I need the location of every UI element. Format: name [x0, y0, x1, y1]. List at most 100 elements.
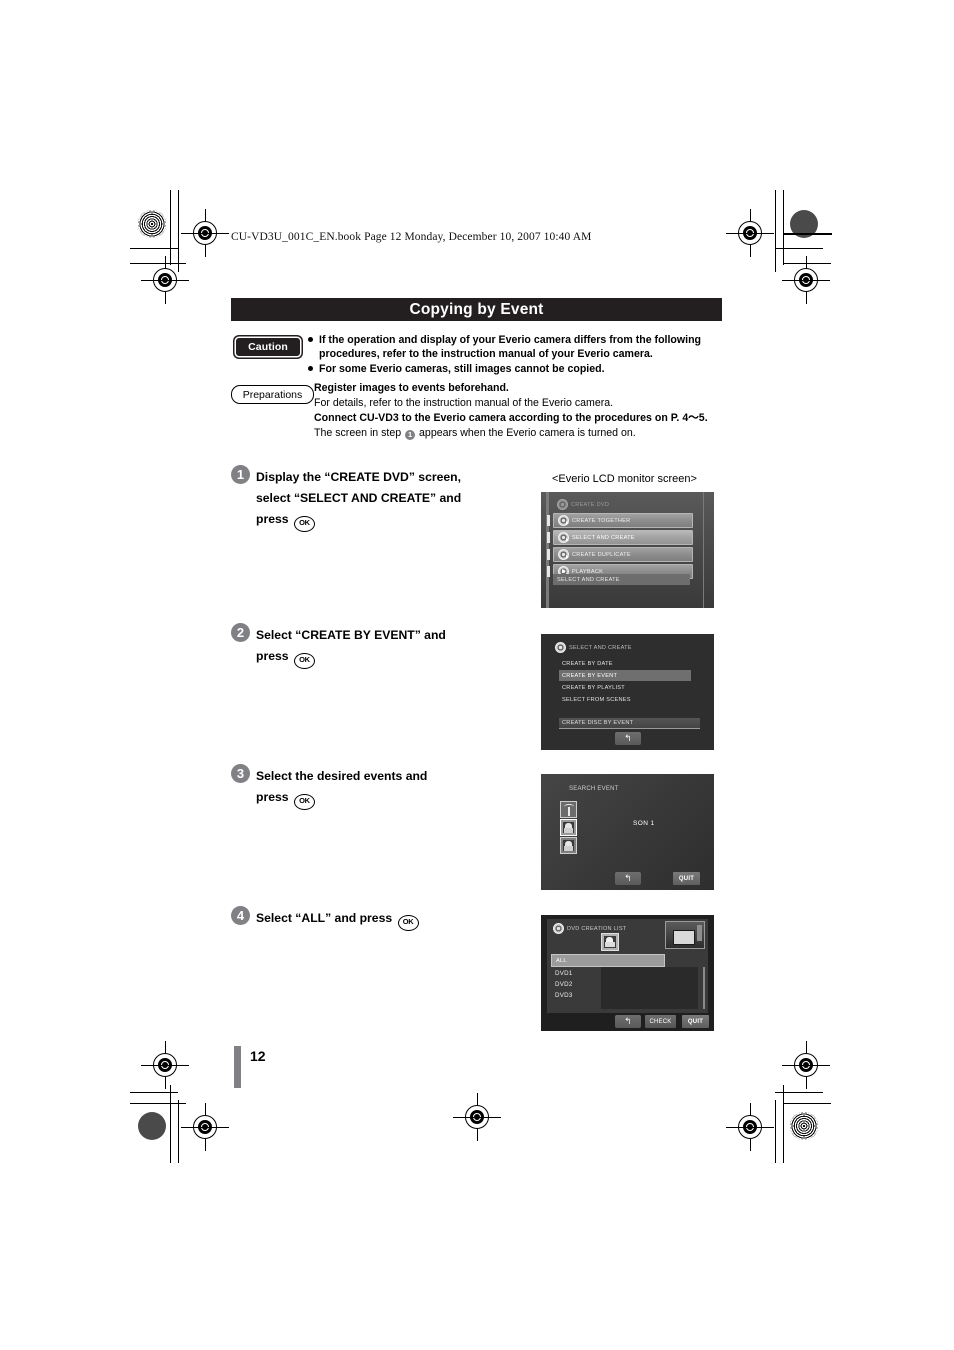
ok-button-icon: OK [397, 915, 419, 931]
step-4-number: 4 [231, 906, 250, 925]
lcd4-back-button[interactable]: ↰ [615, 1015, 641, 1028]
lcd4-item-dvd2[interactable]: DVD2 [551, 979, 599, 990]
selection-tick-icon [547, 532, 550, 543]
step-1-number: 1 [231, 465, 250, 484]
lcd4-header-label: DVD CREATION LIST [567, 925, 627, 932]
lcd2-status-bar: CREATE DISC BY EVENT [559, 718, 700, 729]
crop-line-top-right-v [783, 190, 784, 265]
crop-line-bottom-left-v [170, 1085, 171, 1163]
baby-event-icon[interactable] [560, 837, 577, 854]
step-4-text: Select “ALL” and press OK [256, 908, 506, 931]
lcd3-event-label: SON 1 [633, 820, 655, 827]
caution-bullet-2: For some Everio cameras, still images ca… [308, 362, 722, 376]
step-1-line-1: Display the “CREATE DVD” screen, [256, 470, 461, 484]
preparations-line-2: For details, refer to the instruction ma… [314, 397, 614, 410]
lcd1-status-footer: SELECT AND CREATE [553, 574, 690, 585]
caution-bullet-2-text: For some Everio cameras, still images ca… [319, 363, 605, 376]
step-3-line-2: press OK [256, 787, 506, 810]
preparations-badge: Preparations [231, 385, 314, 404]
lcd2-header: SELECT AND CREATE [555, 642, 632, 653]
lcd4-scrollbar[interactable] [702, 967, 705, 1009]
crop-line-top-left-v [170, 190, 171, 265]
palm-tree-event-icon[interactable] [560, 801, 577, 818]
crop-line-bottom-left-h [130, 1092, 178, 1093]
step-1-line-2: select “SELECT AND CREATE” and [256, 490, 462, 505]
page-number-bar [234, 1046, 241, 1088]
step-1-press-label: press [256, 511, 292, 526]
crop-line-top-left-v2 [178, 190, 179, 272]
registration-mark-top-right [726, 209, 774, 257]
lcd1-item-select-and-create-label: SELECT AND CREATE [572, 534, 635, 541]
lcd1-item-create-together-label: CREATE TOGETHER [572, 517, 631, 524]
step-2-text: Select “CREATE BY EVENT” and press OK [256, 625, 506, 669]
running-head-rule [784, 233, 832, 235]
step-2-number: 2 [231, 623, 250, 642]
registration-mark-bottom-center [453, 1093, 501, 1141]
lcd1-item-create-duplicate[interactable]: CREATE DUPLICATE [547, 547, 693, 562]
caution-bullet-1-text: If the operation and display of your Eve… [319, 334, 702, 361]
lcd1-item-create-together[interactable]: CREATE TOGETHER [547, 513, 693, 528]
lcd2-header-label: SELECT AND CREATE [569, 644, 632, 651]
person-event-icon[interactable] [601, 933, 619, 951]
page-title: Copying by Event [231, 298, 722, 321]
lcd2-back-button[interactable]: ↰ [615, 732, 641, 745]
halftone-circle-bottom-right [790, 1112, 818, 1140]
lcd4-check-button[interactable]: CHECK [645, 1015, 676, 1028]
lcd4-item-dvd3[interactable]: DVD3 [551, 990, 599, 1001]
disc-icon [555, 642, 566, 653]
ok-button-icon: OK [293, 515, 315, 532]
disc-icon [558, 515, 569, 526]
registration-mark-right-upper [782, 256, 830, 304]
step-1-line-3: press OK [256, 509, 506, 532]
lcd-screen-dvd-creation-list: DVD CREATION LIST ALL DVD1 DVD2 DVD3 ↰ C… [541, 915, 714, 1031]
bullet-dot-icon [308, 337, 313, 342]
lcd1-menu-header-label: CREATE DVD [571, 501, 610, 508]
preparations-line-1: Register images to events beforehand. [314, 382, 509, 394]
step-2-line-1: Select “CREATE BY EVENT” and [256, 628, 446, 642]
disc-icon [553, 923, 564, 934]
lcd4-quit-button[interactable]: QUIT [682, 1015, 709, 1028]
registration-mark-bottom-left [141, 1041, 189, 1089]
lcd4-item-dvd1[interactable]: DVD1 [551, 968, 599, 979]
lcd-screen-create-dvd: CREATE DVD CREATE TOGETHER SELECT AND CR… [541, 492, 714, 608]
lcd2-item-create-by-playlist[interactable]: CREATE BY PLAYLIST [559, 682, 691, 693]
step-3-number: 3 [231, 764, 250, 783]
registration-mark-bottom-right [726, 1103, 774, 1151]
lcd2-item-select-from-scenes[interactable]: SELECT FROM SCENES [559, 694, 691, 705]
step-3-line-1: Select the desired events and [256, 769, 428, 783]
crop-line-bottom-right-v2 [775, 1100, 776, 1163]
lcd3-quit-button[interactable]: QUIT [673, 872, 700, 885]
registration-mark-top-left [181, 209, 229, 257]
lcd1-item-select-and-create[interactable]: SELECT AND CREATE [547, 530, 693, 545]
lcd3-back-button[interactable]: ↰ [615, 872, 641, 885]
lcd1-menu-header: CREATE DVD [553, 498, 693, 511]
lcd3-title: SEARCH EVENT [569, 786, 619, 792]
person-event-icon[interactable] [560, 819, 577, 836]
step-1-text: Display the “CREATE DVD” screen, select … [256, 467, 506, 532]
lcd2-item-create-by-event[interactable]: CREATE BY EVENT [559, 670, 691, 681]
lcd-screen-select-and-create: SELECT AND CREATE CREATE BY DATE CREATE … [541, 634, 714, 750]
lcd4-item-all[interactable]: ALL [551, 954, 665, 967]
crop-line-top-right-v2 [775, 190, 776, 272]
lcd3-event-icon-column [560, 801, 577, 855]
registration-mark-right-lower [782, 1041, 830, 1089]
preparations-line-4-post: appears when the Everio camera is turned… [416, 427, 636, 440]
crop-line-top-left-h [130, 248, 178, 249]
lcd4-content-pane [601, 967, 698, 1009]
disc-icon [558, 532, 569, 543]
selection-tick-icon [547, 566, 550, 577]
preparations-text: Register images to events beforehand. Fo… [314, 381, 722, 441]
lcd4-dvd-list: DVD1 DVD2 DVD3 [551, 968, 599, 1001]
lcd1-menu: CREATE DVD CREATE TOGETHER SELECT AND CR… [547, 498, 693, 581]
preparations-line-4: The screen in step 1 appears when the Ev… [314, 426, 722, 441]
lcd2-item-create-by-date[interactable]: CREATE BY DATE [559, 658, 691, 669]
step-2-press-label: press [256, 648, 292, 663]
registration-mark-left-lower [181, 1103, 229, 1151]
running-head: CU-VD3U_001C_EN.book Page 12 Monday, Dec… [231, 231, 592, 243]
crop-line-bottom-right-h [775, 1092, 823, 1093]
selection-tick-icon [547, 549, 550, 560]
ok-button-icon: OK [293, 652, 315, 669]
step-3-text: Select the desired events and press OK [256, 766, 506, 810]
crop-line-top-right-h [775, 248, 823, 249]
disc-icon [557, 499, 568, 510]
